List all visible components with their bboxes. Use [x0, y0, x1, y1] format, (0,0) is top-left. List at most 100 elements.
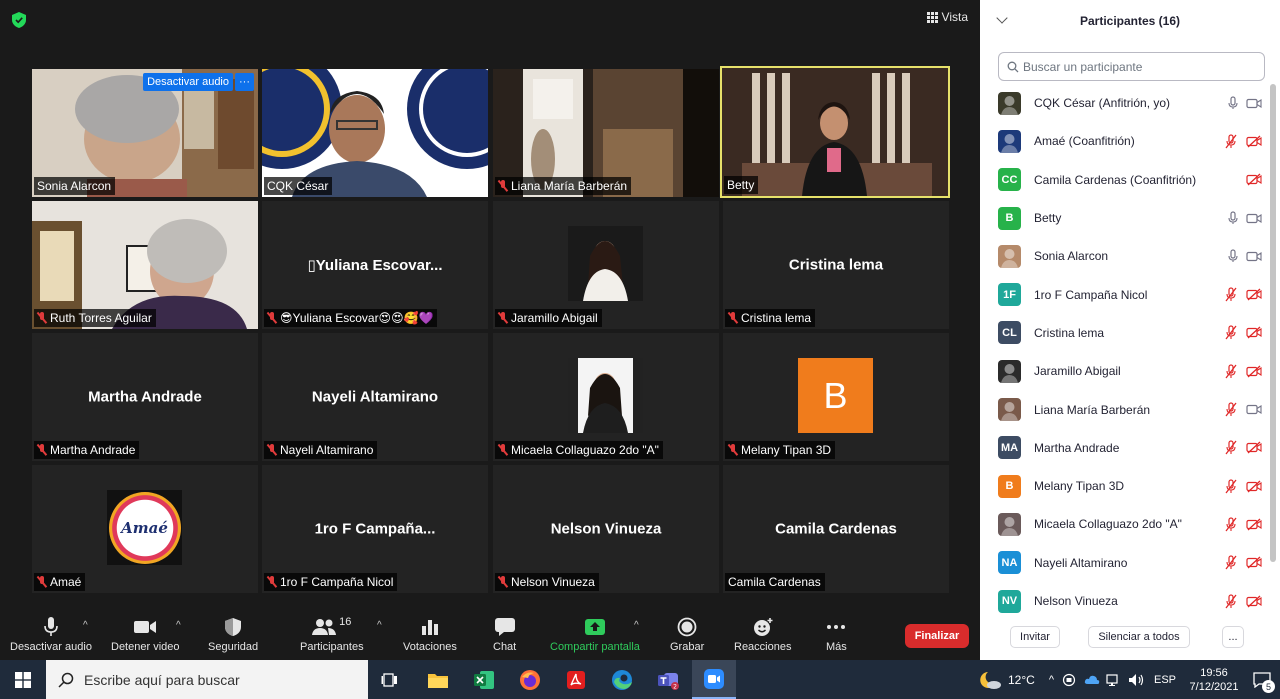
video-camera-icon[interactable] [1246, 404, 1262, 415]
participant-search-input[interactable]: Buscar un participante [998, 52, 1265, 81]
muted-microphone-icon[interactable] [1224, 593, 1238, 609]
muted-microphone-icon[interactable] [1224, 440, 1238, 455]
network-icon[interactable] [1106, 673, 1122, 687]
panel-more-button[interactable]: ... [1222, 626, 1244, 648]
participant-row[interactable]: CQK César (Anfitrión, yo) [980, 84, 1270, 122]
participant-row[interactable]: NV Nelson Vinueza [980, 582, 1270, 620]
video-tile[interactable]: B Melany Tipan 3D [723, 333, 949, 461]
participant-row[interactable]: NA Nayeli Altamirano [980, 544, 1270, 582]
stop-video-button[interactable]: Detener video [111, 616, 180, 653]
muted-microphone-icon[interactable] [1224, 325, 1238, 340]
more-button[interactable]: Más [826, 616, 847, 653]
mute-audio-button[interactable]: Desactivar audio [10, 616, 92, 653]
tile-more-button[interactable]: ··· [235, 73, 254, 91]
video-tile[interactable]: Nelson Vinueza Nelson Vinueza [493, 465, 719, 593]
muted-microphone-icon[interactable] [1224, 555, 1238, 570]
video-tile[interactable]: ▯Yuliana Escovar... 😎Yuliana Escovar😍😍🥰💜 [262, 201, 488, 329]
reactions-button[interactable]: Reacciones [734, 616, 791, 653]
edge-button[interactable] [600, 660, 644, 699]
microphone-icon[interactable] [1228, 249, 1238, 263]
onedrive-cloud-icon[interactable] [1084, 674, 1100, 686]
taskbar-search-box[interactable]: Escribe aquí para buscar [46, 660, 368, 699]
video-tile[interactable]: Martha Andrade Martha Andrade [32, 333, 258, 461]
participant-list-scrollbar[interactable] [1270, 84, 1276, 562]
collapse-chevron-icon[interactable] [996, 12, 1008, 24]
meet-now-icon[interactable] [1062, 673, 1076, 687]
excel-button[interactable] [462, 660, 506, 699]
participant-row[interactable]: MA Martha Andrade [980, 429, 1270, 467]
participant-row[interactable]: Amaé (Coanfitrión) [980, 122, 1270, 160]
microphone-icon[interactable] [1228, 96, 1238, 110]
video-tile[interactable]: Micaela Collaguazo 2do "A" [493, 333, 719, 461]
video-off-icon[interactable] [1246, 595, 1262, 608]
task-view-button[interactable] [368, 660, 412, 699]
video-tile[interactable]: Liana María Barberán [493, 69, 719, 197]
participant-row[interactable]: Jaramillo Abigail [980, 352, 1270, 390]
end-meeting-button[interactable]: Finalizar [905, 624, 969, 648]
participant-row[interactable]: B Melany Tipan 3D [980, 467, 1270, 505]
video-tile[interactable]: Amaé Amaé [32, 465, 258, 593]
muted-microphone-icon[interactable] [1224, 364, 1238, 379]
participants-button[interactable]: 16 Participantes [300, 616, 364, 653]
weather-temperature[interactable]: 12°C [1008, 673, 1035, 687]
video-camera-icon[interactable] [1246, 98, 1262, 109]
video-off-icon[interactable] [1246, 365, 1262, 378]
clock[interactable]: 19:56 7/12/2021 [1184, 666, 1244, 694]
share-options-caret[interactable]: ^ [634, 620, 639, 631]
participant-row[interactable]: CL Cristina lema [980, 314, 1270, 352]
video-camera-icon[interactable] [1246, 251, 1262, 262]
video-off-icon[interactable] [1246, 135, 1262, 148]
video-tile[interactable]: Jaramillo Abigail [493, 201, 719, 329]
video-off-icon[interactable] [1246, 173, 1262, 186]
muted-microphone-icon[interactable] [1224, 287, 1238, 302]
volume-icon[interactable] [1128, 673, 1146, 687]
muted-microphone-icon[interactable] [1224, 517, 1238, 532]
video-tile[interactable]: Cristina lema Cristina lema [723, 201, 949, 329]
microphone-icon[interactable] [1228, 211, 1238, 225]
video-off-icon[interactable] [1246, 518, 1262, 531]
notifications-button[interactable]: 5 [1244, 660, 1280, 699]
audio-options-caret[interactable]: ^ [83, 620, 88, 631]
muted-microphone-icon[interactable] [1224, 479, 1238, 494]
video-camera-icon[interactable] [1246, 213, 1262, 224]
zoom-taskbar-button[interactable] [692, 660, 736, 699]
invite-button[interactable]: Invitar [1010, 626, 1060, 648]
share-screen-button[interactable]: Compartir pantalla [550, 616, 640, 653]
teams-button[interactable]: 2 [646, 660, 690, 699]
participant-row[interactable]: Micaela Collaguazo 2do "A" [980, 505, 1270, 543]
video-options-caret[interactable]: ^ [176, 620, 181, 631]
mute-all-button[interactable]: Silenciar a todos [1088, 626, 1190, 648]
input-language[interactable]: ESP [1154, 674, 1176, 686]
weather-moon-icon[interactable] [978, 670, 1002, 690]
video-tile[interactable]: 1ro F Campaña... 1ro F Campaña Nicol [262, 465, 488, 593]
muted-microphone-icon[interactable] [1224, 134, 1238, 149]
video-tile[interactable]: Camila Cardenas Camila Cardenas [723, 465, 949, 593]
video-tile[interactable]: CQK César [262, 69, 488, 197]
pdf-reader-button[interactable] [554, 660, 598, 699]
video-tile[interactable]: Nayeli Altamirano Nayeli Altamirano [262, 333, 488, 461]
security-button[interactable]: Seguridad [208, 616, 258, 653]
video-off-icon[interactable] [1246, 556, 1262, 569]
video-off-icon[interactable] [1246, 480, 1262, 493]
video-off-icon[interactable] [1246, 288, 1262, 301]
view-toggle-button[interactable]: Vista [926, 10, 968, 24]
file-explorer-button[interactable] [416, 660, 460, 699]
mute-participant-button[interactable]: Desactivar audio [143, 73, 233, 91]
start-button[interactable] [0, 660, 46, 699]
participant-row[interactable]: Sonia Alarcon [980, 237, 1270, 275]
video-tile[interactable]: Desactivar audio ··· Sonia Alarcon [32, 69, 258, 197]
muted-microphone-icon[interactable] [1224, 402, 1238, 417]
video-off-icon[interactable] [1246, 326, 1262, 339]
participant-row[interactable]: B Betty [980, 199, 1270, 237]
participant-row[interactable]: CC Camila Cardenas (Coanfitrión) [980, 161, 1270, 199]
show-hidden-icons-chevron[interactable]: ^ [1049, 674, 1054, 686]
polls-button[interactable]: Votaciones [403, 616, 457, 653]
chat-button[interactable]: Chat [493, 616, 516, 653]
participant-row[interactable]: 1F 1ro F Campaña Nicol [980, 275, 1270, 313]
participants-options-caret[interactable]: ^ [377, 620, 382, 631]
firefox-button[interactable] [508, 660, 552, 699]
video-tile[interactable]: Ruth Torres Aguilar [32, 201, 258, 329]
record-button[interactable]: Grabar [670, 616, 704, 653]
security-shield-icon[interactable] [12, 12, 26, 28]
video-off-icon[interactable] [1246, 441, 1262, 454]
